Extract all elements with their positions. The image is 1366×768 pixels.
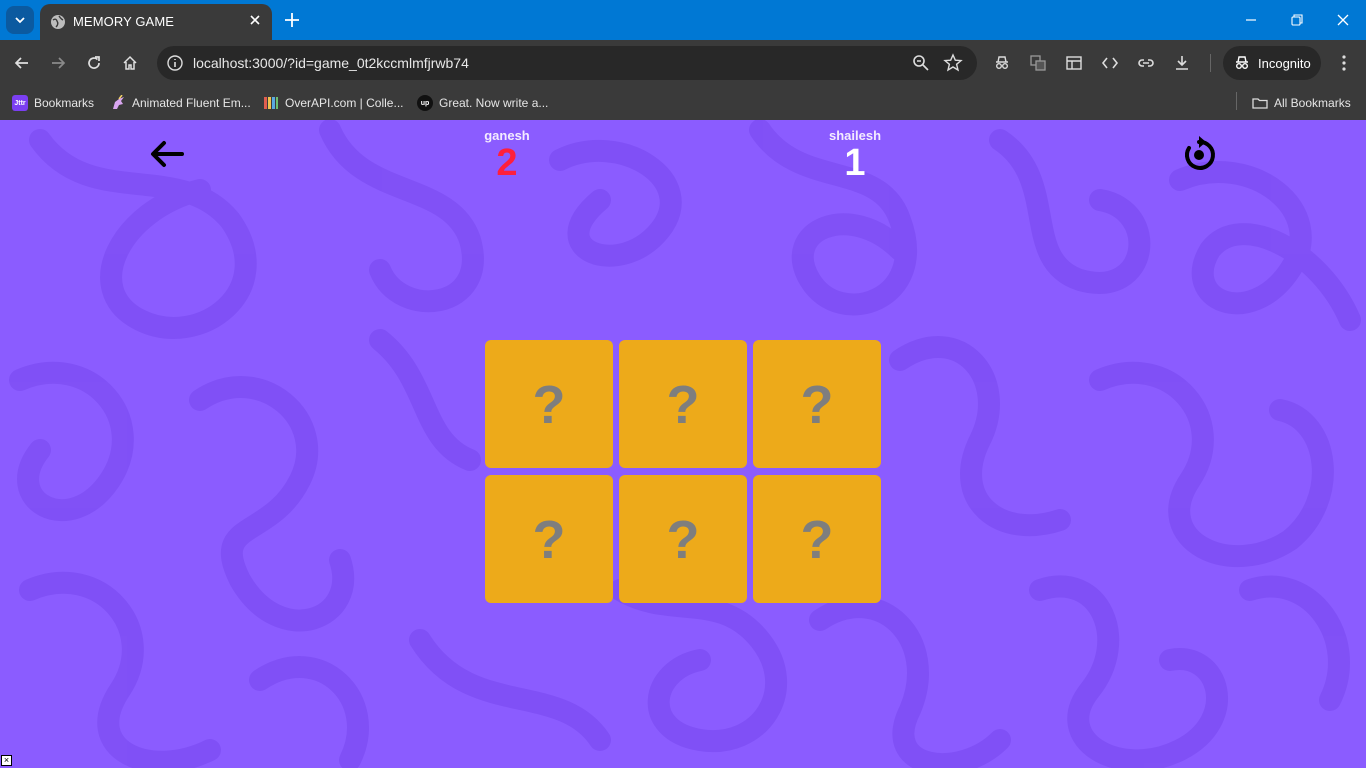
- new-tab-icon[interactable]: [282, 10, 302, 30]
- card-question-mark: ?: [666, 375, 700, 435]
- card-question-mark: ?: [800, 510, 834, 570]
- unicorn-icon: [110, 95, 126, 111]
- chevron-down-icon: [15, 17, 25, 24]
- url-text[interactable]: localhost:3000/?id=game_0t2kccmlmfjrwb74: [193, 55, 469, 71]
- close-window-button[interactable]: [1320, 0, 1366, 40]
- home-button[interactable]: [117, 50, 143, 76]
- back-button[interactable]: [9, 50, 35, 76]
- card-question-mark: ?: [666, 510, 700, 570]
- reading-mode-button[interactable]: [1061, 50, 1087, 76]
- player-ganesh: ganesh 2: [447, 128, 567, 183]
- bookmarks-bar: Jttr Bookmarks Animated Fluent Em... Ove…: [0, 86, 1366, 120]
- bookmark-label: Bookmarks: [34, 96, 95, 110]
- bookmark-item[interactable]: Jttr Bookmarks: [12, 93, 94, 113]
- kebab-menu-icon: [1342, 55, 1346, 71]
- toolbar-divider: [1210, 54, 1211, 72]
- player-score: 2: [496, 142, 518, 184]
- zoom-icon[interactable]: [911, 53, 931, 73]
- spy-icon: [996, 56, 1008, 69]
- memory-card[interactable]: ?: [485, 340, 613, 468]
- browser-toolbar: localhost:3000/?id=game_0t2kccmlmfjrwb74…: [0, 40, 1366, 86]
- incognito-label: Incognito: [1258, 56, 1311, 71]
- bookmark-item[interactable]: OverAPI.com | Colle...: [263, 93, 403, 113]
- card-question-mark: ?: [532, 510, 566, 570]
- restart-icon[interactable]: [1180, 136, 1218, 174]
- player-shailesh: shailesh 1: [795, 128, 915, 183]
- home-icon: [123, 55, 137, 70]
- overapi-icon: [263, 95, 279, 111]
- bookmark-item[interactable]: up Great. Now write a...: [417, 93, 548, 113]
- code-icon: [1101, 57, 1119, 69]
- card-grid: ? ? ? ? ? ?: [485, 340, 881, 603]
- card-question-mark: ?: [532, 375, 566, 435]
- player-score: 1: [844, 142, 866, 184]
- translate-button[interactable]: [1025, 50, 1051, 76]
- address-bar[interactable]: localhost:3000/?id=game_0t2kccmlmfjrwb74: [157, 46, 977, 80]
- minimize-icon: [1246, 19, 1256, 21]
- incognito-icon: [1236, 56, 1248, 69]
- reload-icon: [88, 56, 100, 69]
- forward-button[interactable]: [45, 50, 71, 76]
- bookmark-label: OverAPI.com | Colle...: [285, 96, 404, 110]
- close-box-icon[interactable]: ×: [1, 755, 12, 766]
- copy-link-button[interactable]: [1133, 50, 1159, 76]
- restore-icon: [1291, 14, 1303, 26]
- downloads-button[interactable]: [1169, 50, 1195, 76]
- player-name: ganesh: [484, 128, 530, 143]
- globe-icon: [51, 15, 65, 29]
- tab-title: MEMORY GAME: [73, 14, 175, 29]
- bookmark-label: Animated Fluent Em...: [132, 96, 251, 110]
- menu-button[interactable]: [1331, 50, 1357, 76]
- arrow-left-icon: [14, 57, 28, 69]
- translate-icon: [1030, 55, 1046, 71]
- devtools-button[interactable]: [1097, 50, 1123, 76]
- download-icon: [1176, 56, 1188, 70]
- side-panel-icon: [1066, 56, 1082, 70]
- arrow-right-icon: [52, 57, 66, 69]
- jitter-icon: Jttr: [12, 95, 28, 111]
- tab-search-button[interactable]: [6, 6, 34, 34]
- close-icon: [1337, 14, 1349, 26]
- memory-card[interactable]: ?: [753, 475, 881, 603]
- restore-button[interactable]: [1274, 0, 1320, 40]
- back-arrow-icon[interactable]: [148, 138, 186, 170]
- tab-strip: MEMORY GAME: [0, 0, 1366, 40]
- player-name: shailesh: [828, 128, 882, 143]
- upwork-icon: up: [417, 95, 433, 111]
- incognito-profile-button[interactable]: Incognito: [1223, 46, 1321, 80]
- folder-icon: [1252, 98, 1268, 109]
- memory-card[interactable]: ?: [619, 475, 747, 603]
- bookmarks-divider: [1236, 92, 1237, 110]
- site-info-icon[interactable]: [165, 53, 185, 73]
- memory-card[interactable]: ?: [485, 475, 613, 603]
- incognito-extension-button[interactable]: [989, 50, 1015, 76]
- bookmark-label: Great. Now write a...: [439, 96, 549, 110]
- all-bookmarks-label: All Bookmarks: [1274, 96, 1351, 110]
- reload-button[interactable]: [81, 50, 107, 76]
- bookmark-item[interactable]: Animated Fluent Em...: [110, 93, 251, 113]
- memory-card[interactable]: ?: [619, 340, 747, 468]
- all-bookmarks-button[interactable]: All Bookmarks: [1252, 93, 1351, 113]
- link-icon: [1138, 59, 1154, 67]
- minimize-button[interactable]: [1228, 0, 1274, 40]
- star-icon[interactable]: [943, 53, 963, 73]
- close-tab-icon[interactable]: [248, 13, 262, 27]
- active-tab[interactable]: MEMORY GAME: [40, 4, 272, 40]
- game-page: ganesh 2 shailesh 1 ? ? ? ? ? ?: [0, 120, 1366, 768]
- card-question-mark: ?: [800, 375, 834, 435]
- memory-card[interactable]: ?: [753, 340, 881, 468]
